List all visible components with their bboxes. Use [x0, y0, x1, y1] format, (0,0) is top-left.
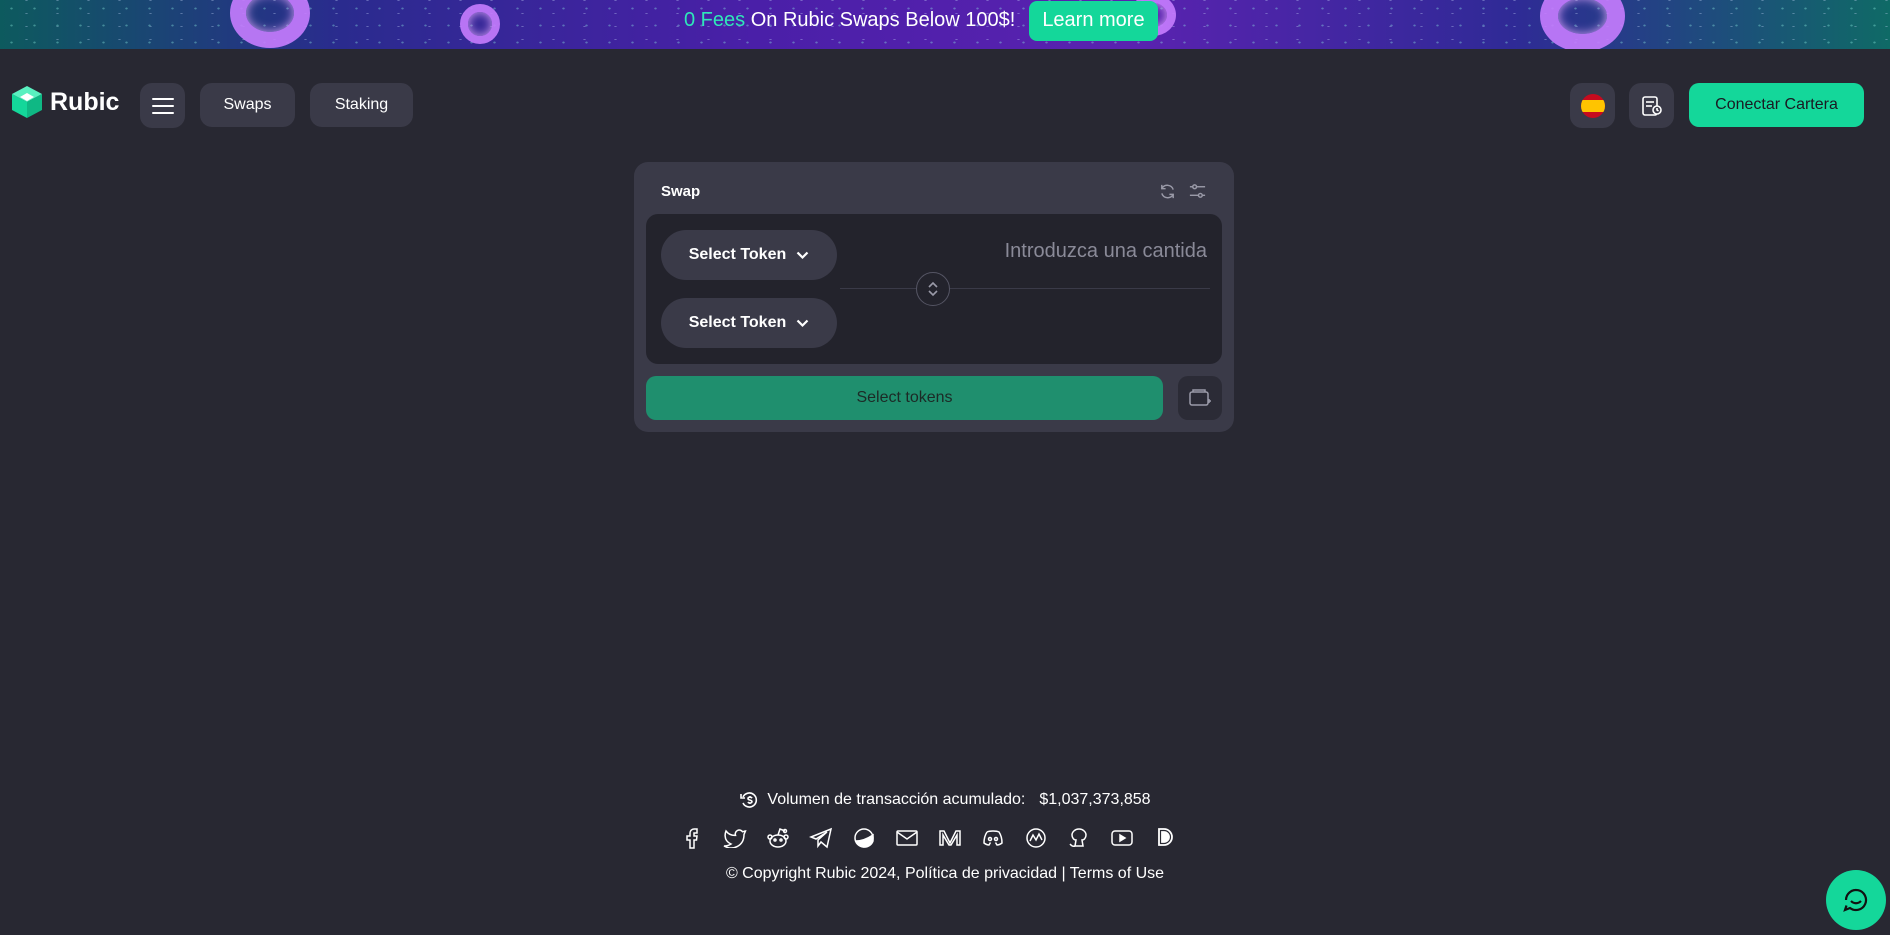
facebook-icon[interactable]: [674, 826, 709, 850]
banner-ring-decoration: [460, 4, 500, 44]
dex-icon[interactable]: [1147, 826, 1182, 850]
telegram-icon[interactable]: [803, 826, 838, 850]
promo-banner: 0 Fees On Rubic Swaps Below 100$! Learn …: [0, 0, 1890, 49]
learn-more-button[interactable]: Learn more: [1029, 0, 1158, 41]
logo-text: Rubic: [50, 87, 120, 116]
twitter-icon[interactable]: [717, 826, 752, 850]
wallet-icon: [1189, 389, 1211, 406]
chevron-down-icon: [796, 251, 809, 259]
language-button[interactable]: [1570, 83, 1615, 128]
chevron-down-icon: [796, 319, 809, 327]
nav-staking[interactable]: Staking: [310, 83, 413, 127]
social-links: [674, 826, 1182, 850]
coingecko-icon[interactable]: [846, 826, 881, 850]
mail-icon[interactable]: [889, 826, 924, 850]
nav-swaps[interactable]: Swaps: [200, 83, 295, 127]
menu-button[interactable]: [140, 83, 185, 128]
from-token-label: Select Token: [688, 246, 787, 263]
github-icon[interactable]: [1061, 826, 1096, 850]
swap-form: Select Token Select Token: [646, 214, 1222, 364]
copyright: © Copyright Rubic 2024, Política de priv…: [0, 865, 1890, 883]
terms-link[interactable]: Terms of Use: [1070, 865, 1164, 882]
swap-card: Swap Select Token Select Token Selec: [634, 162, 1234, 432]
volume-stats: Volumen de transacción acumulado: $1,037…: [0, 790, 1890, 810]
amount-input[interactable]: [967, 236, 1207, 266]
receipt-icon: [1641, 95, 1662, 116]
to-token-label: Select Token: [688, 314, 787, 331]
history-button[interactable]: [1629, 83, 1674, 128]
sliders-icon: [1189, 184, 1206, 198]
connect-wallet-button[interactable]: Conectar Cartera: [1689, 83, 1864, 127]
swap-title: Swap: [661, 183, 701, 200]
rubic-cube-icon: [12, 86, 42, 118]
support-chat-button[interactable]: [1826, 870, 1886, 930]
rubic-logo[interactable]: Rubic: [10, 84, 119, 120]
from-token-select[interactable]: Select Token: [661, 230, 837, 280]
coinmarketcap-icon[interactable]: [1018, 826, 1053, 850]
chat-icon: [1843, 888, 1868, 912]
hamburger-icon: [151, 97, 174, 114]
banner-text: 0 Fees On Rubic Swaps Below 100$!: [684, 9, 1016, 31]
youtube-icon[interactable]: [1104, 826, 1139, 850]
discord-icon[interactable]: [975, 826, 1010, 850]
select-tokens-button[interactable]: Select tokens: [646, 376, 1163, 420]
to-token-select[interactable]: Select Token: [661, 298, 837, 348]
target-wallet-button[interactable]: [1178, 376, 1222, 420]
switch-tokens-button[interactable]: [916, 272, 950, 306]
banner-ring-decoration: [1540, 0, 1625, 49]
refresh-button[interactable]: [1157, 181, 1178, 202]
volume-value: $1,037,373,858: [1039, 791, 1151, 808]
settings-button[interactable]: [1187, 181, 1208, 202]
copyright-separator: |: [1061, 865, 1066, 882]
copyright-text: © Copyright Rubic 2024,: [725, 865, 901, 882]
volume-label: Volumen de transacción acumulado:: [767, 791, 1026, 808]
volume-icon: [740, 792, 758, 808]
refresh-icon: [1161, 184, 1174, 199]
spain-flag-icon: [1580, 93, 1605, 118]
swap-arrows-icon: [928, 281, 938, 297]
reddit-icon[interactable]: [760, 826, 795, 850]
privacy-link[interactable]: Política de privacidad: [905, 865, 1057, 882]
divider: [840, 288, 1210, 289]
medium-icon[interactable]: [932, 826, 967, 850]
